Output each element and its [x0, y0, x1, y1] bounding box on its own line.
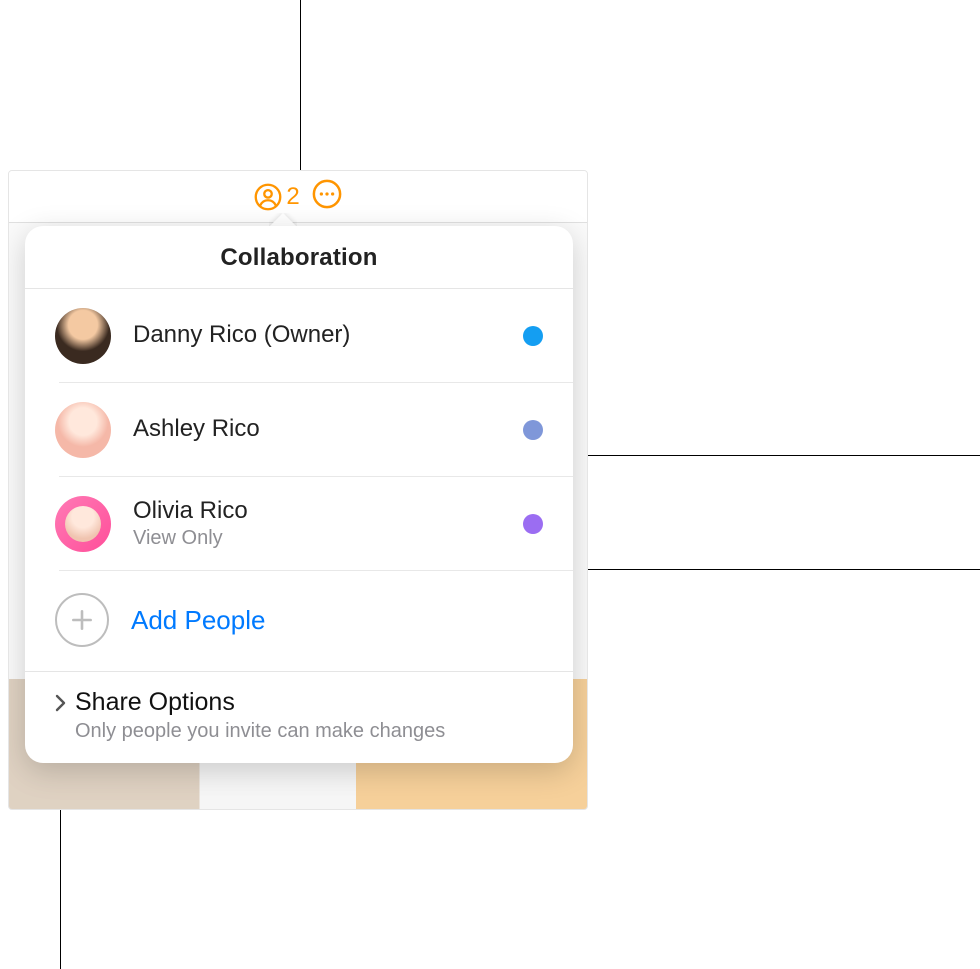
participant-name: Danny Rico (Owner): [133, 321, 523, 350]
collaboration-toolbar-button[interactable]: 2: [254, 183, 299, 211]
participant-name: Olivia Rico: [133, 497, 523, 526]
collaboration-popover: Collaboration Danny Rico (Owner) Ashley …: [25, 226, 573, 763]
participant-row[interactable]: Olivia Rico View Only: [59, 477, 573, 571]
chevron-right-icon: [53, 694, 67, 717]
presence-dot: [523, 514, 543, 534]
presence-dot: [523, 420, 543, 440]
app-window: 2 Collaboration Danny Rico (Owner): [8, 170, 588, 810]
share-options-subtitle: Only people you invite can make changes: [75, 720, 445, 743]
participants-list: Danny Rico (Owner) Ashley Rico Olivia Ri…: [25, 289, 573, 671]
avatar: [55, 308, 111, 364]
person-circle-icon: [254, 183, 282, 211]
add-people-label: Add People: [131, 605, 265, 636]
avatar: [55, 496, 111, 552]
participant-row[interactable]: Ashley Rico: [59, 383, 573, 477]
share-options-title: Share Options: [75, 688, 445, 717]
callout-line-dot: [548, 455, 980, 456]
collaboration-count: 2: [286, 183, 299, 211]
share-options-button[interactable]: Share Options Only people you invite can…: [25, 671, 573, 763]
avatar: [55, 402, 111, 458]
ellipsis-circle-icon: [312, 179, 342, 209]
plus-circle-icon: [55, 593, 109, 647]
toolbar: 2: [9, 171, 587, 223]
popover-title: Collaboration: [25, 226, 573, 289]
callout-line-top: [300, 0, 301, 179]
participant-permission: View Only: [133, 527, 523, 550]
more-toolbar-button[interactable]: [312, 179, 342, 214]
popover-caret: [269, 213, 297, 227]
participant-row[interactable]: Danny Rico (Owner): [59, 289, 573, 383]
participant-name: Ashley Rico: [133, 415, 523, 444]
add-people-button[interactable]: Add People: [55, 571, 573, 671]
presence-dot: [523, 326, 543, 346]
